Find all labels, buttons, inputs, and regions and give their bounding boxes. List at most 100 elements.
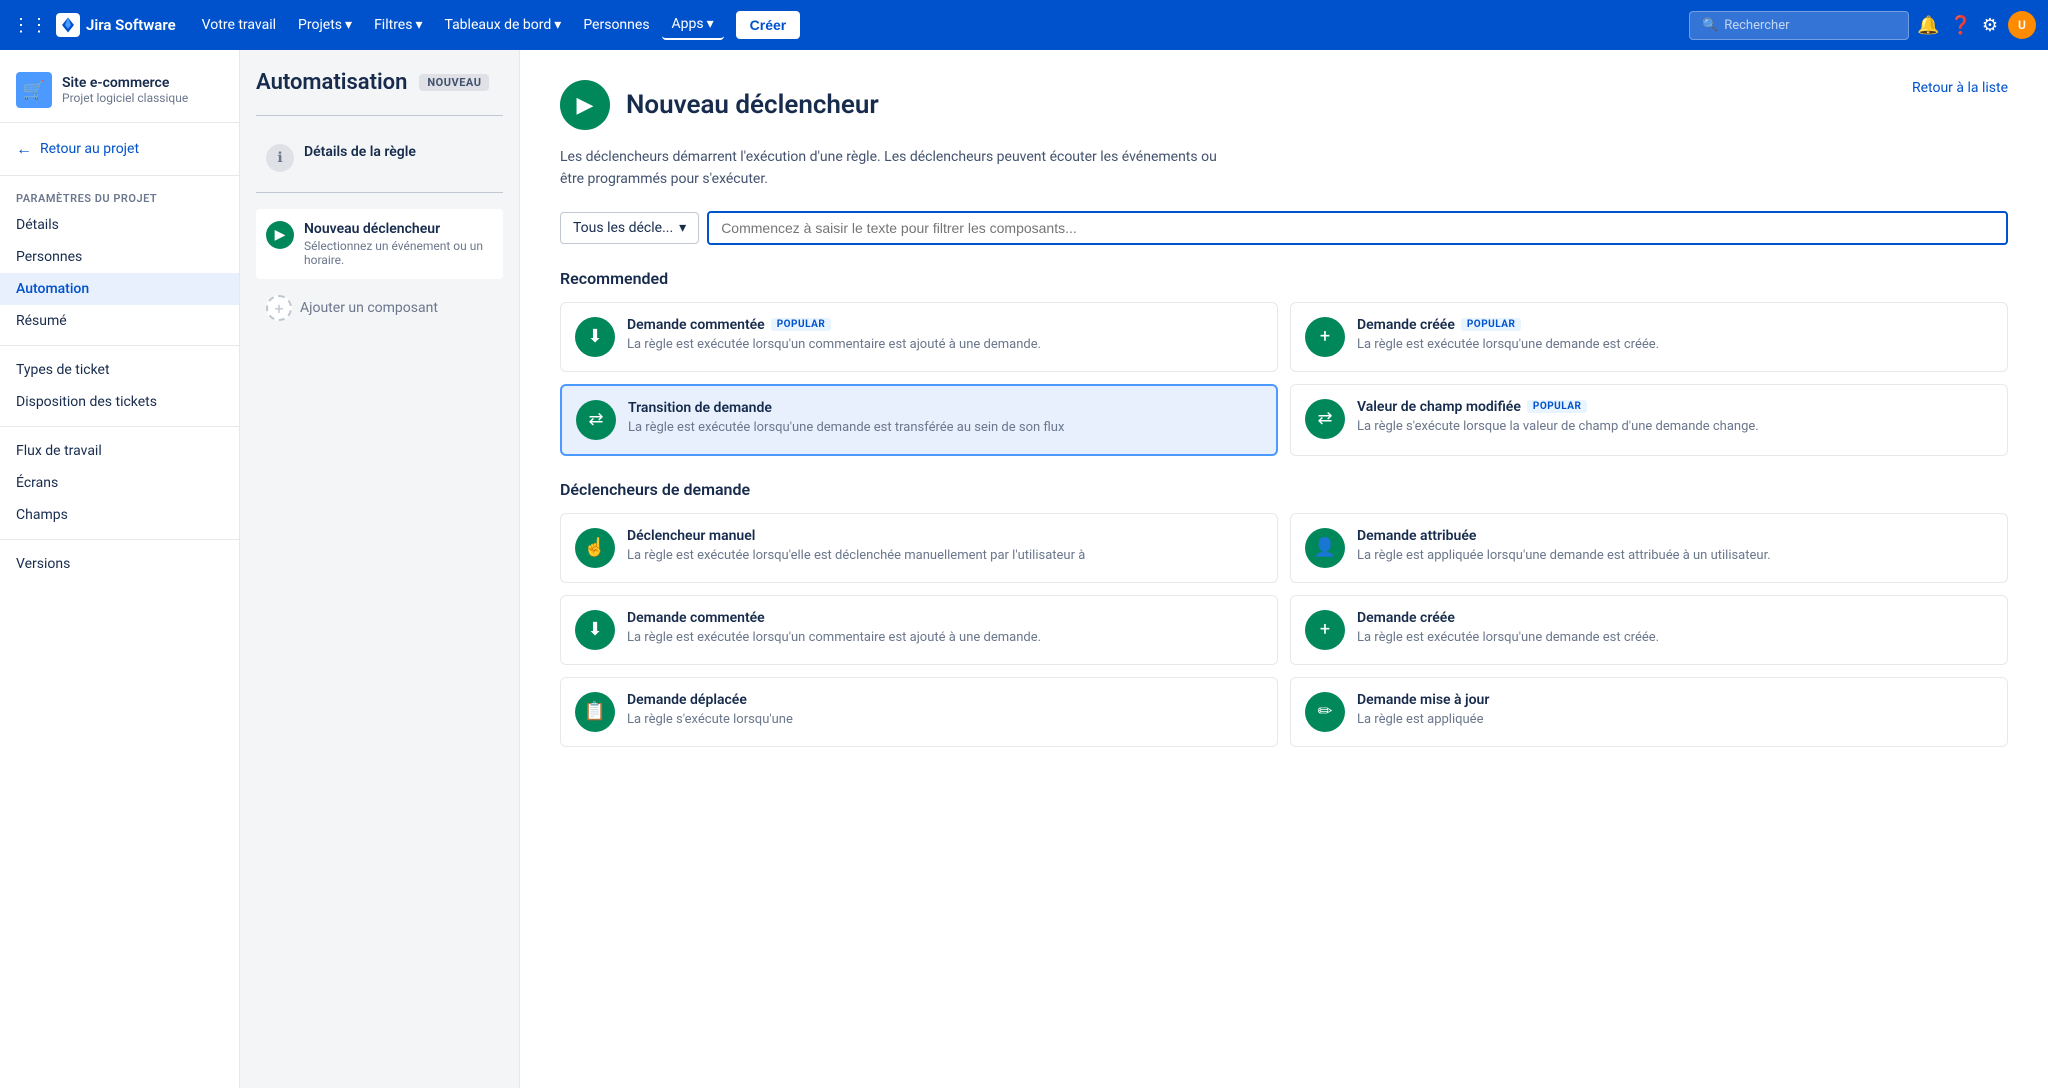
card-icon-updated: ✏ — [1305, 692, 1345, 732]
popular-badge-2: POPULAR — [1461, 318, 1522, 331]
section-declencheurs-title: Déclencheurs de demande — [560, 480, 2008, 499]
top-navigation: ⋮⋮ Jira Software Votre travail Projets ▾… — [0, 0, 2048, 50]
back-to-list-link[interactable]: Retour à la liste — [1912, 80, 2008, 96]
card-demande-creee-2[interactable]: + Demande créée La règle est exécutée lo… — [1290, 595, 2008, 665]
card-demande-commentee-1[interactable]: ⬇ Demande commentée POPULAR La règle est… — [560, 302, 1278, 372]
main-content: Retour à la liste ▶ Nouveau déclencheur … — [520, 50, 2048, 1088]
sidebar-item-disposition[interactable]: Disposition des tickets — [0, 386, 239, 418]
card-desc-transition: La règle est exécutée lorsqu'une demande… — [628, 419, 1064, 437]
sidebar-item-flux[interactable]: Flux de travail — [0, 435, 239, 467]
card-declencheur-manuel[interactable]: ☝ Déclencheur manuel La règle est exécut… — [560, 513, 1278, 583]
logo-text: Jira Software — [86, 16, 176, 34]
filter-dropdown[interactable]: Tous les décle... ▾ — [560, 212, 699, 244]
sidebar-item-champs[interactable]: Champs — [0, 499, 239, 531]
notifications-icon[interactable]: 🔔 — [1917, 15, 1939, 36]
card-desc-comment-2: La règle est exécutée lorsqu'un commenta… — [627, 629, 1041, 647]
new-badge: NOUVEAU — [419, 74, 489, 91]
nav-projets[interactable]: Projets ▾ — [288, 11, 362, 39]
add-component[interactable]: + Ajouter un composant — [256, 287, 503, 329]
card-icon-attribuee: 👤 — [1305, 528, 1345, 568]
avatar[interactable]: U — [2008, 11, 2036, 39]
sidebar-divider-3 — [0, 426, 239, 427]
card-desc-created-1: La règle est exécutée lorsqu'une demande… — [1357, 336, 1659, 354]
card-demande-mise-a-jour[interactable]: ✏ Demande mise à jour La règle est appli… — [1290, 677, 2008, 747]
card-valeur-champ[interactable]: ⇄ Valeur de champ modifiée POPULAR La rè… — [1290, 384, 2008, 456]
nav-personnes[interactable]: Personnes — [573, 11, 659, 39]
trigger-play-button[interactable]: ▶ — [560, 80, 610, 130]
search-placeholder: Rechercher — [1724, 18, 1789, 33]
project-name: Site e-commerce — [62, 75, 188, 91]
step-trigger-title: Nouveau déclencheur — [304, 221, 493, 237]
popular-badge-3: POPULAR — [1527, 400, 1588, 413]
card-title-created-2: Demande créée — [1357, 610, 1659, 626]
popular-badge-1: POPULAR — [771, 318, 832, 331]
main-layout: 🛒 Site e-commerce Projet logiciel classi… — [0, 50, 2048, 1088]
project-icon: 🛒 — [16, 72, 52, 108]
nav-filtres[interactable]: Filtres ▾ — [364, 11, 432, 39]
jira-logo-icon — [56, 13, 80, 37]
sidebar-item-resume[interactable]: Résumé — [0, 305, 239, 337]
search-bar[interactable]: 🔍 Rechercher — [1689, 11, 1909, 40]
nav-tableaux[interactable]: Tableaux de bord ▾ — [434, 11, 571, 39]
card-icon-transition: ⇄ — [576, 400, 616, 440]
step-divider — [256, 115, 503, 116]
card-icon-comment-2: ⬇ — [575, 610, 615, 650]
card-title-created-1: Demande créée POPULAR — [1357, 317, 1659, 333]
back-icon: ← — [16, 139, 32, 159]
card-icon-created-1: + — [1305, 317, 1345, 357]
nav-votre-travail[interactable]: Votre travail — [192, 11, 286, 39]
card-icon-champ: ⇄ — [1305, 399, 1345, 439]
filter-input[interactable] — [707, 211, 2008, 245]
card-title-deplacee: Demande déplacée — [627, 692, 793, 708]
sidebar-item-versions[interactable]: Versions — [0, 548, 239, 580]
card-icon-deplacee: 📋 — [575, 692, 615, 732]
create-button[interactable]: Créer — [736, 11, 801, 39]
automation-title: Automatisation NOUVEAU — [256, 70, 503, 95]
nav-apps[interactable]: Apps ▾ — [662, 10, 724, 40]
card-demande-creee-1[interactable]: + Demande créée POPULAR La règle est exé… — [1290, 302, 2008, 372]
step-trigger-sub: Sélectionnez un événement ou un horaire. — [304, 239, 493, 267]
settings-icon[interactable]: ⚙ — [1982, 15, 1998, 36]
back-to-project[interactable]: ← Retour au projet — [0, 131, 239, 167]
card-transition-demande[interactable]: ⇄ Transition de demande La règle est exé… — [560, 384, 1278, 456]
step-info-icon: ℹ — [266, 144, 294, 172]
card-title-comment-2: Demande commentée — [627, 610, 1041, 626]
grid-icon[interactable]: ⋮⋮ — [12, 15, 48, 36]
sidebar-item-automation[interactable]: Automation — [0, 273, 239, 305]
card-title-attribuee: Demande attribuée — [1357, 528, 1771, 544]
card-desc-attribuee: La règle est appliquée lorsqu'une demand… — [1357, 547, 1771, 565]
middle-panel: Automatisation NOUVEAU ℹ Détails de la r… — [240, 50, 520, 1088]
sidebar-item-ecrans[interactable]: Écrans — [0, 467, 239, 499]
top-nav-icons: 🔔 ❓ ⚙ U — [1917, 11, 2036, 39]
card-demande-commentee-2[interactable]: ⬇ Demande commentée La règle est exécuté… — [560, 595, 1278, 665]
sidebar-item-details[interactable]: Détails — [0, 209, 239, 241]
sidebar-item-types[interactable]: Types de ticket — [0, 354, 239, 386]
sidebar-section-label: Paramètres du projet — [0, 184, 239, 209]
sidebar: 🛒 Site e-commerce Projet logiciel classi… — [0, 50, 240, 1088]
declencheurs-cards-grid: ☝ Déclencheur manuel La règle est exécut… — [560, 513, 2008, 747]
card-icon-manuel: ☝ — [575, 528, 615, 568]
sidebar-project: 🛒 Site e-commerce Projet logiciel classi… — [0, 62, 239, 123]
project-sub: Projet logiciel classique — [62, 91, 188, 105]
main-header: ▶ Nouveau déclencheur — [560, 80, 2008, 130]
help-icon[interactable]: ❓ — [1949, 15, 1971, 36]
logo[interactable]: Jira Software — [56, 13, 176, 37]
sidebar-divider-1 — [0, 175, 239, 176]
step-rule-details[interactable]: ℹ Détails de la règle — [256, 132, 503, 184]
card-desc-updated: La règle est appliquée — [1357, 711, 1489, 729]
main-description: Les déclencheurs démarrent l'exécution d… — [560, 146, 1240, 191]
filter-row: Tous les décle... ▾ — [560, 211, 2008, 245]
card-title-champ: Valeur de champ modifiée POPULAR — [1357, 399, 1759, 415]
sidebar-item-personnes[interactable]: Personnes — [0, 241, 239, 273]
card-demande-deplacee[interactable]: 📋 Demande déplacée La règle s'exécute lo… — [560, 677, 1278, 747]
sidebar-divider-4 — [0, 539, 239, 540]
chevron-down-icon: ▾ — [679, 220, 686, 236]
search-icon: 🔍 — [1702, 18, 1718, 33]
card-desc-manuel: La règle est exécutée lorsqu'elle est dé… — [627, 547, 1085, 565]
card-title-transition: Transition de demande — [628, 400, 1064, 416]
card-demande-attribuee[interactable]: 👤 Demande attribuée La règle est appliqu… — [1290, 513, 2008, 583]
card-desc-comment-1: La règle est exécutée lorsqu'un commenta… — [627, 336, 1041, 354]
sidebar-divider-2 — [0, 345, 239, 346]
step-nouveau-declencheur[interactable]: ▶ Nouveau déclencheur Sélectionnez un év… — [256, 209, 503, 279]
recommended-cards-grid: ⬇ Demande commentée POPULAR La règle est… — [560, 302, 2008, 456]
